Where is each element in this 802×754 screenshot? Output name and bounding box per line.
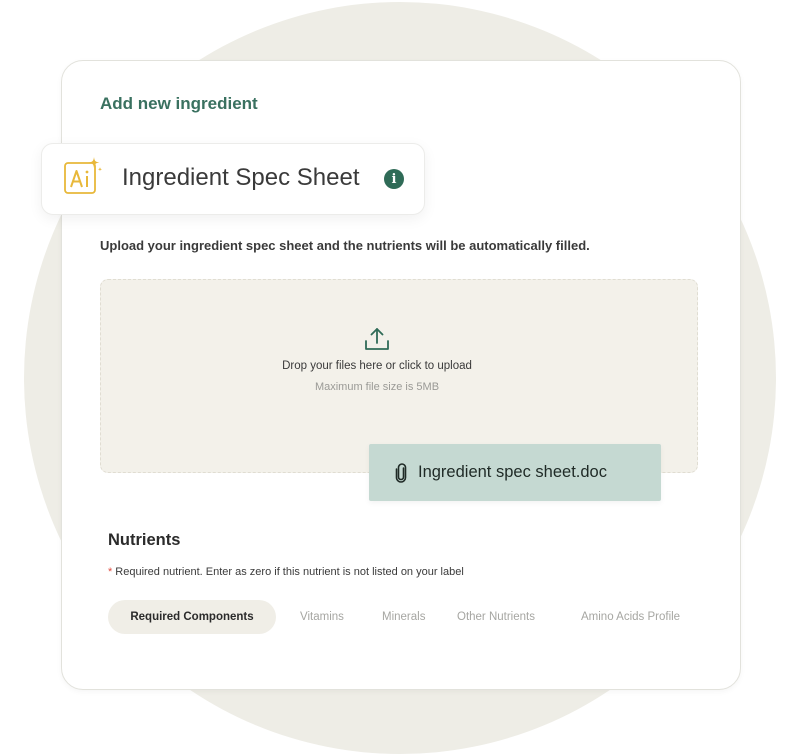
dropzone-limit: Maximum file size is 5MB (314, 381, 440, 393)
dropzone-instruction: Drop your files here or click to upload (282, 360, 472, 372)
tab-amino-acids-profile[interactable]: Amino Acids Profile (581, 600, 680, 634)
required-note-text: Required nutrient. Enter as zero if this… (115, 566, 464, 578)
uploaded-file-name: Ingredient spec sheet.doc (418, 463, 607, 481)
tab-required-components[interactable]: Required Components (108, 600, 276, 634)
paperclip-icon (395, 463, 407, 483)
spec-sheet-header: Ingredient Spec Sheet i (41, 143, 425, 215)
info-icon[interactable]: i (384, 169, 404, 189)
spec-sheet-title: Ingredient Spec Sheet (122, 164, 360, 191)
tab-other-nutrients[interactable]: Other Nutrients (457, 600, 535, 634)
required-star: * (108, 566, 113, 578)
tab-vitamins[interactable]: Vitamins (300, 600, 344, 634)
page-title: Add new ingredient (100, 94, 258, 113)
ai-sparkle-icon (64, 157, 103, 194)
tab-minerals[interactable]: Minerals (382, 600, 425, 634)
upload-icon (365, 328, 389, 350)
uploaded-file-chip[interactable]: Ingredient spec sheet.doc (369, 444, 661, 501)
nutrients-heading: Nutrients (108, 531, 181, 549)
upload-description: Upload your ingredient spec sheet and th… (100, 238, 590, 253)
required-note: * Required nutrient. Enter as zero if thi… (108, 566, 464, 578)
